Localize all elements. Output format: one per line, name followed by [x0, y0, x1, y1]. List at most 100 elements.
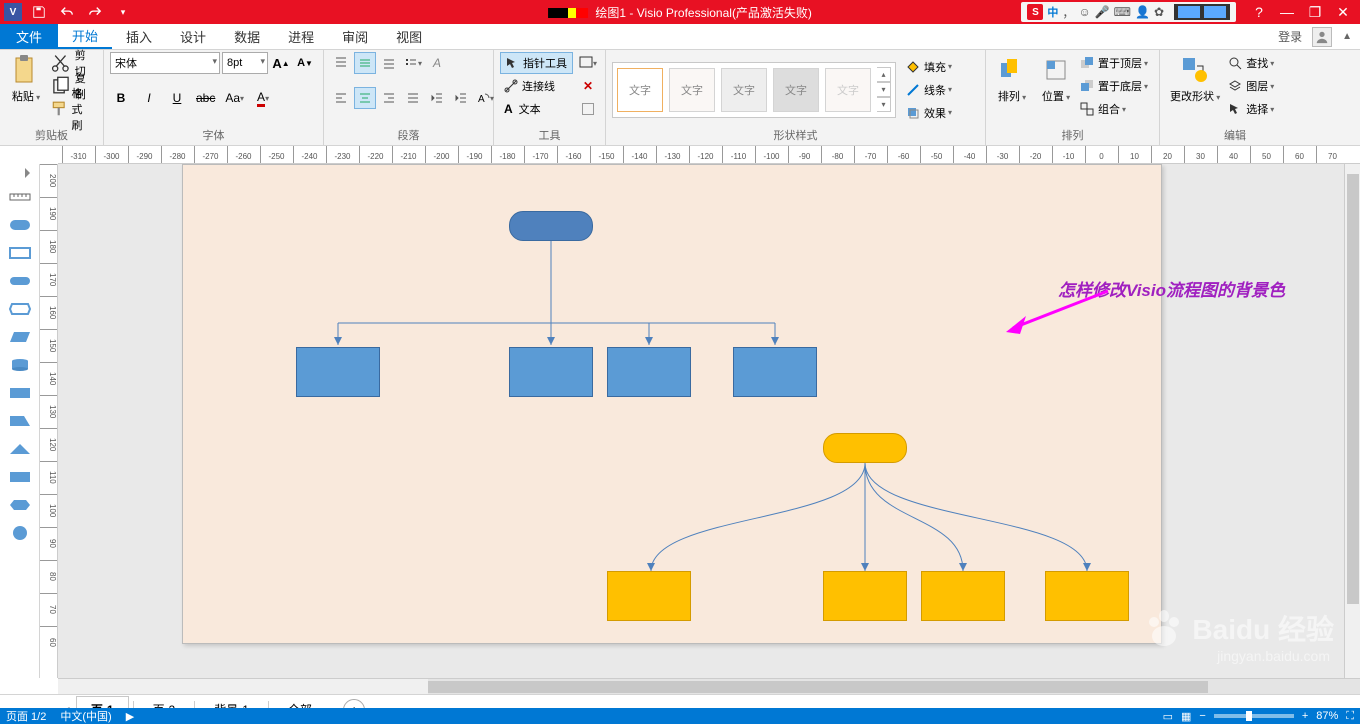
tools-dialog-launcher[interactable]: [577, 98, 599, 120]
ime-punct-icon[interactable]: ，: [1062, 4, 1074, 21]
style-item[interactable]: 文字: [825, 68, 871, 112]
shape-process-gold[interactable]: [921, 571, 1005, 621]
select-button[interactable]: 选择: [1228, 98, 1274, 120]
arrange-button[interactable]: 排列: [992, 52, 1032, 106]
tab-view[interactable]: 视图: [382, 24, 436, 49]
font-size-combo[interactable]: 8pt: [222, 52, 268, 74]
stencil-trapezoid[interactable]: [8, 412, 32, 430]
stencil-parallelogram[interactable]: [8, 328, 32, 346]
view-presentation-icon[interactable]: ▭: [1163, 710, 1173, 723]
shape-style-gallery[interactable]: 文字 文字 文字 文字 文字 ▴ ▾ ▾: [612, 62, 896, 118]
bring-front-button[interactable]: 置于顶层: [1080, 52, 1148, 74]
increase-indent-button[interactable]: [450, 87, 472, 109]
ime-keyboard-icon[interactable]: ⌨: [1114, 5, 1131, 19]
align-middle-button[interactable]: [354, 52, 376, 74]
clear-format-button[interactable]: A: [426, 52, 448, 74]
group-button[interactable]: 组合: [1080, 98, 1148, 120]
qat-redo[interactable]: [84, 1, 106, 23]
close-button[interactable]: ✕: [1330, 1, 1356, 23]
canvas[interactable]: 怎样修改Visio流程图的背景色 Baidu 经验 jingyan.baidu.…: [58, 164, 1344, 678]
font-color-button[interactable]: A: [252, 87, 274, 109]
tab-insert[interactable]: 插入: [112, 24, 166, 49]
shape-process-blue[interactable]: [733, 347, 817, 397]
align-bottom-button[interactable]: [378, 52, 400, 74]
gallery-scroll-down[interactable]: ▾: [877, 82, 891, 97]
justify-button[interactable]: [402, 87, 424, 109]
rectangle-tool-button[interactable]: [577, 52, 599, 74]
stencil-rect-blue[interactable]: [8, 384, 32, 402]
zoom-slider[interactable]: [1214, 714, 1294, 718]
stencil-circle[interactable]: [8, 524, 32, 542]
shape-process-gold[interactable]: [1045, 571, 1129, 621]
align-top-button[interactable]: [330, 52, 352, 74]
style-item[interactable]: 文字: [669, 68, 715, 112]
stencil-rect-outline[interactable]: [8, 244, 32, 262]
tab-file[interactable]: 文件: [0, 24, 58, 49]
zoom-level[interactable]: 87%: [1316, 710, 1338, 722]
shape-process-gold[interactable]: [823, 571, 907, 621]
text-tool-button[interactable]: A文本: [500, 98, 573, 120]
style-item[interactable]: 文字: [721, 68, 767, 112]
send-back-button[interactable]: 置于底层: [1080, 75, 1148, 97]
stencil-ruler-icon[interactable]: [8, 188, 32, 206]
help-button[interactable]: ?: [1246, 1, 1272, 23]
fill-button[interactable]: 填充: [906, 56, 952, 78]
format-painter-button[interactable]: 格式刷: [50, 98, 87, 120]
gallery-scroll-up[interactable]: ▴: [877, 67, 891, 82]
italic-button[interactable]: I: [138, 87, 160, 109]
stencil-pill-blue[interactable]: [8, 272, 32, 290]
ime-toolbar[interactable]: S 中 ， ☺ 🎤 ⌨ 👤 ✿: [1021, 2, 1236, 22]
font-name-combo[interactable]: 宋体: [110, 52, 220, 74]
stencil-triangle[interactable]: [8, 440, 32, 458]
stencil-cylinder[interactable]: [8, 356, 32, 374]
align-left-button[interactable]: [330, 87, 352, 109]
task-switcher[interactable]: [1174, 4, 1230, 20]
paste-button[interactable]: 粘贴: [6, 52, 46, 106]
tab-home[interactable]: 开始: [58, 24, 112, 49]
bullets-button[interactable]: [402, 52, 424, 74]
status-page[interactable]: 页面 1/2: [6, 708, 46, 724]
layer-button[interactable]: 图层: [1228, 75, 1274, 97]
zoom-out-button[interactable]: −: [1199, 710, 1205, 722]
connector-tool-button[interactable]: 连接线: [500, 75, 573, 97]
collapse-ribbon-icon[interactable]: ▲: [1342, 31, 1352, 42]
qat-customize[interactable]: ▾: [112, 1, 134, 23]
view-normal-icon[interactable]: ▦: [1181, 710, 1191, 723]
shape-process-gold[interactable]: [607, 571, 691, 621]
stencil-display[interactable]: [8, 300, 32, 318]
decrease-indent-button[interactable]: [426, 87, 448, 109]
rotate-text-button[interactable]: A: [474, 87, 496, 109]
stencil-hexagon[interactable]: [8, 496, 32, 514]
strikethrough-button[interactable]: abc: [194, 87, 217, 109]
horizontal-scrollbar[interactable]: [58, 678, 1360, 694]
qat-save[interactable]: [28, 1, 50, 23]
shape-terminator-gold[interactable]: [823, 433, 907, 463]
qat-undo[interactable]: [56, 1, 78, 23]
style-item[interactable]: 文字: [617, 68, 663, 112]
tab-data[interactable]: 数据: [220, 24, 274, 49]
align-right-button[interactable]: [378, 87, 400, 109]
align-center-button[interactable]: [354, 87, 376, 109]
ime-settings-icon[interactable]: ✿: [1154, 5, 1164, 19]
ime-emoji-icon[interactable]: ☺: [1078, 5, 1090, 19]
shape-process-blue[interactable]: [509, 347, 593, 397]
bold-button[interactable]: B: [110, 87, 132, 109]
grow-font-button[interactable]: A▲: [270, 52, 292, 74]
expand-shapes-icon[interactable]: [25, 168, 35, 178]
pointer-tool-button[interactable]: 指针工具: [500, 52, 573, 74]
change-case-button[interactable]: Aa: [223, 87, 246, 109]
tab-review[interactable]: 审阅: [328, 24, 382, 49]
ime-user-icon[interactable]: 👤: [1135, 5, 1150, 19]
position-button[interactable]: 位置: [1036, 52, 1076, 106]
vertical-scrollbar[interactable]: [1344, 164, 1360, 678]
login-link[interactable]: 登录: [1278, 28, 1302, 45]
restore-button[interactable]: ❐: [1302, 1, 1328, 23]
drawing-page[interactable]: [182, 164, 1162, 644]
connection-point-button[interactable]: ✕: [577, 75, 599, 97]
effect-button[interactable]: 效果: [906, 102, 952, 124]
ime-lang[interactable]: 中: [1047, 4, 1058, 20]
shape-process-blue[interactable]: [607, 347, 691, 397]
underline-button[interactable]: U: [166, 87, 188, 109]
fit-window-icon[interactable]: ⛶: [1346, 710, 1354, 723]
shrink-font-button[interactable]: A▼: [294, 52, 316, 74]
